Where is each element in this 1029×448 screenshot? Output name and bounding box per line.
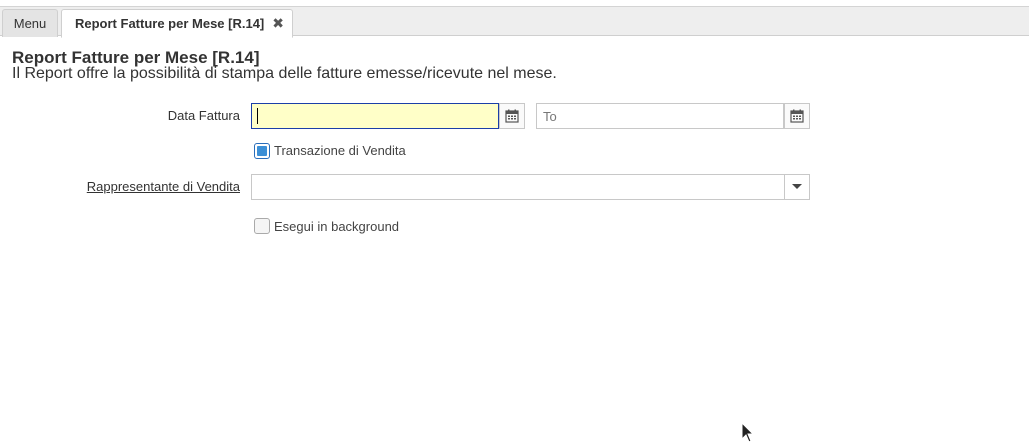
tab-report-fatture-label: Report Fatture per Mese [R.14] <box>75 16 265 31</box>
tab-bar: Menu Report Fatture per Mese [R.14] ✖ <box>0 6 1029 38</box>
calendar-icon[interactable] <box>499 103 525 129</box>
text-caret <box>257 108 258 124</box>
data-fattura-label: Data Fattura <box>167 108 240 123</box>
transazione-vendita-label[interactable]: Transazione di Vendita <box>274 143 406 159</box>
close-icon[interactable]: ✖ <box>272 10 284 37</box>
esegui-background-label[interactable]: Esegui in background <box>274 219 399 235</box>
rappresentante-vendita-input[interactable] <box>251 174 785 200</box>
chevron-down-icon[interactable] <box>784 174 810 200</box>
transazione-vendita-checkbox[interactable] <box>254 143 270 159</box>
esegui-background-checkbox[interactable] <box>254 218 270 234</box>
mouse-pointer-icon <box>741 421 755 448</box>
rappresentante-vendita-label[interactable]: Rappresentante di Vendita <box>87 179 240 195</box>
data-fattura-from-input[interactable] <box>251 103 499 129</box>
data-fattura-to-input[interactable] <box>536 103 784 129</box>
tab-report-fatture[interactable]: Report Fatture per Mese [R.14] ✖ <box>61 9 293 38</box>
tab-menu[interactable]: Menu <box>2 9 58 37</box>
page-description: Il Report offre la possibilità di stampa… <box>12 65 557 82</box>
calendar-icon[interactable] <box>784 103 810 129</box>
